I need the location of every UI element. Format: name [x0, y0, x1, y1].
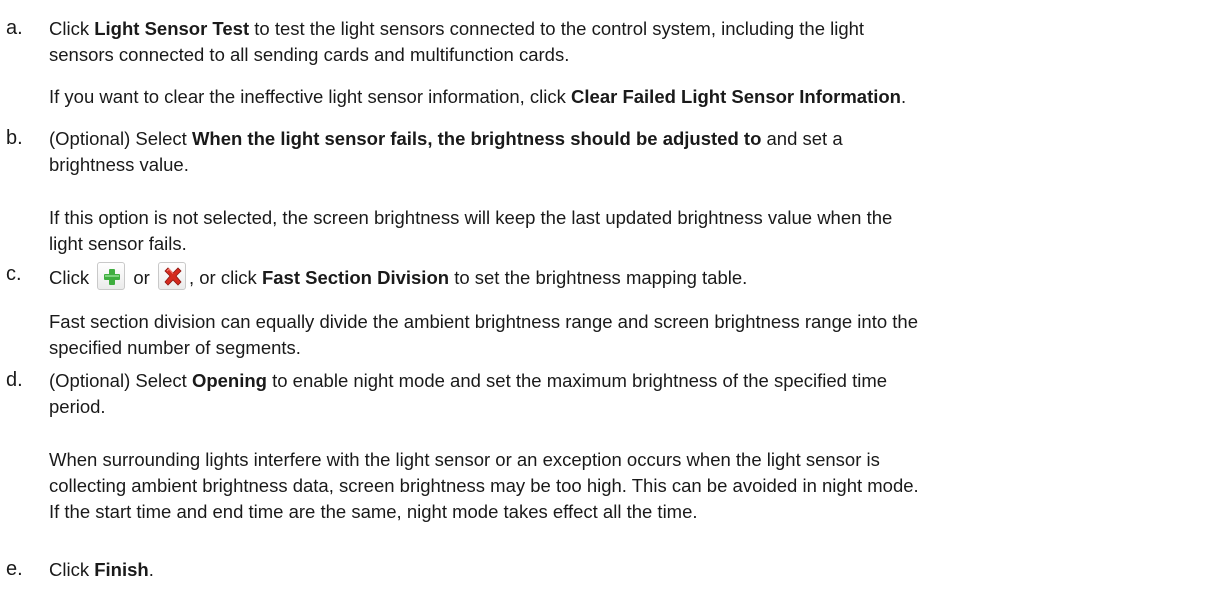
- text: or: [128, 267, 155, 288]
- text: to set the brightness mapping table.: [449, 267, 748, 288]
- step-c-paragraph-1: Click or , or click Fast Section Divisio…: [49, 262, 1169, 291]
- step-a-paragraph-2: If you want to clear the ineffective lig…: [49, 84, 1169, 110]
- text: , or click: [188, 267, 262, 288]
- text: brightness value.: [49, 154, 189, 175]
- ui-term-brightness-on-fail: When the light sensor fails, the brightn…: [191, 128, 762, 149]
- text: If the start time and end time are the s…: [49, 501, 698, 522]
- ui-term-finish: Finish: [94, 559, 149, 580]
- add-green-plus-icon: [97, 262, 126, 290]
- ui-term-clear-failed-info: Clear Failed Light Sensor Information: [571, 86, 901, 107]
- ui-term-fast-section-division: Fast Section Division: [261, 267, 450, 288]
- text: When surrounding lights interfere with t…: [49, 449, 880, 470]
- text: .: [148, 559, 154, 580]
- step-letter: b.: [6, 127, 23, 149]
- text: .: [901, 86, 907, 107]
- text: If you want to clear the ineffective lig…: [49, 86, 572, 107]
- document-page: a. Click Light Sensor Test to test the l…: [0, 0, 1209, 598]
- text: specified number of segments.: [49, 337, 301, 358]
- step-letter: e.: [6, 558, 23, 580]
- text: Click: [49, 18, 95, 39]
- text: light sensor fails.: [49, 233, 187, 254]
- text: (Optional) Select: [49, 370, 192, 391]
- step-letter: a.: [6, 17, 23, 39]
- step-letter: c.: [6, 263, 22, 285]
- text: period.: [49, 396, 106, 417]
- text: to test the light sensors connected to t…: [249, 18, 865, 39]
- step-d-paragraph-2: When surrounding lights interfere with t…: [49, 447, 1169, 525]
- step-d-paragraph-1: (Optional) Select Opening to enable nigh…: [49, 368, 1169, 420]
- text: Click: [49, 267, 95, 288]
- text: If this option is not selected, the scre…: [49, 207, 893, 228]
- step-a-paragraph-1: Click Light Sensor Test to test the ligh…: [49, 16, 1169, 68]
- step-e-paragraph-1: Click Finish.: [49, 557, 1169, 583]
- step-b-paragraph-2: If this option is not selected, the scre…: [49, 205, 1169, 257]
- step-letter: d.: [6, 369, 23, 391]
- text: collecting ambient brightness data, scre…: [49, 475, 919, 496]
- step-c-paragraph-2: Fast section division can equally divide…: [49, 309, 1169, 361]
- delete-red-x-icon: [157, 262, 186, 290]
- ui-term-light-sensor-test: Light Sensor Test: [94, 18, 250, 39]
- text: (Optional) Select: [49, 128, 192, 149]
- text: Fast section division can equally divide…: [49, 311, 918, 332]
- text: Click: [49, 559, 95, 580]
- step-b-paragraph-1: (Optional) Select When the light sensor …: [49, 126, 1169, 178]
- ui-term-opening: Opening: [191, 370, 267, 391]
- text: sensors connected to all sending cards a…: [49, 44, 570, 65]
- text: and set a: [761, 128, 843, 149]
- text: to enable night mode and set the maximum…: [266, 370, 888, 391]
